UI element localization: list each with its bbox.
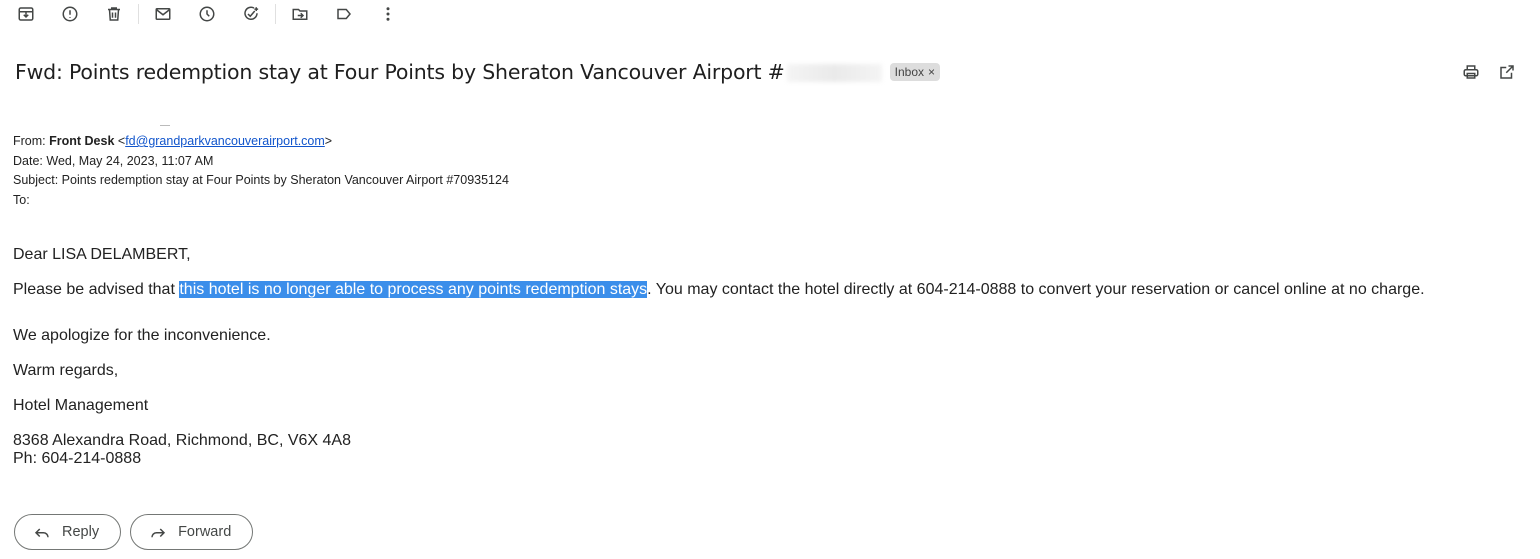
badge-label: Inbox <box>894 65 925 79</box>
apology: We apologize for the inconvenience. <box>13 327 271 344</box>
archive-icon[interactable] <box>14 2 38 26</box>
email-toolbar <box>14 2 400 26</box>
delete-icon[interactable] <box>102 2 126 26</box>
subject-text: Fwd: Points redemption stay at Four Poin… <box>15 60 785 84</box>
forwarded-from: From: Front Desk <fd@grandparkvancouvera… <box>13 134 333 148</box>
report-spam-icon[interactable] <box>58 2 82 26</box>
label-icon[interactable] <box>332 2 356 26</box>
print-icon[interactable] <box>1460 61 1482 83</box>
truncated-line <box>160 120 170 126</box>
forwarded-to: To: <box>13 192 30 207</box>
reply-button[interactable]: Reply <box>14 514 122 550</box>
subject-row: Fwd: Points redemption stay at Four Poin… <box>15 58 1520 86</box>
forwarded-subject: Subject: Points redemption stay at Four … <box>13 173 509 187</box>
more-options-icon[interactable] <box>376 2 400 26</box>
subject-value: Points redemption stay at Four Points by… <box>61 173 509 187</box>
date-value: Wed, May 24, 2023, 11:07 AM <box>46 153 214 168</box>
closing: Warm regards, <box>13 362 119 379</box>
forwarded-date: Date: Wed, May 24, 2023, 11:07 AM <box>13 153 214 168</box>
toolbar-divider <box>275 4 276 24</box>
address: 8368 Alexandra Road, Richmond, BC, V6X 4… <box>13 432 351 449</box>
mark-unread-icon[interactable] <box>151 2 175 26</box>
add-task-icon[interactable] <box>239 2 263 26</box>
remove-label-icon[interactable]: × <box>928 65 935 79</box>
forward-icon <box>151 528 166 538</box>
signature: Hotel Management <box>13 397 149 414</box>
open-new-window-icon[interactable] <box>1496 61 1518 83</box>
reply-icon <box>34 528 49 538</box>
snooze-icon[interactable] <box>195 2 219 26</box>
paragraph-main: Please be advised that this hotel is no … <box>13 281 1425 298</box>
toolbar-divider <box>138 4 139 24</box>
selected-text: this hotel is no longer able to process … <box>179 281 648 298</box>
move-to-icon[interactable] <box>288 2 312 26</box>
forwarded-header: From: Front Desk <fd@grandparkvancouvera… <box>13 132 509 210</box>
header-actions <box>1460 61 1518 83</box>
forward-button[interactable]: Forward <box>130 514 254 550</box>
sender-email-link[interactable]: fd@grandparkvancouverairport.com <box>125 134 325 148</box>
greeting: Dear LISA DELAMBERT, <box>13 246 191 263</box>
phone: Ph: 604-214-0888 <box>13 450 142 467</box>
inbox-label-badge[interactable]: Inbox × <box>889 63 941 81</box>
email-body: Dear LISA DELAMBERT, Please be advised t… <box>13 246 1513 468</box>
sender-name: Front Desk <box>49 134 115 148</box>
redacted-text <box>786 64 882 82</box>
reply-actions: Reply Forward <box>14 514 254 550</box>
email-subject: Fwd: Points redemption stay at Four Poin… <box>15 60 882 84</box>
